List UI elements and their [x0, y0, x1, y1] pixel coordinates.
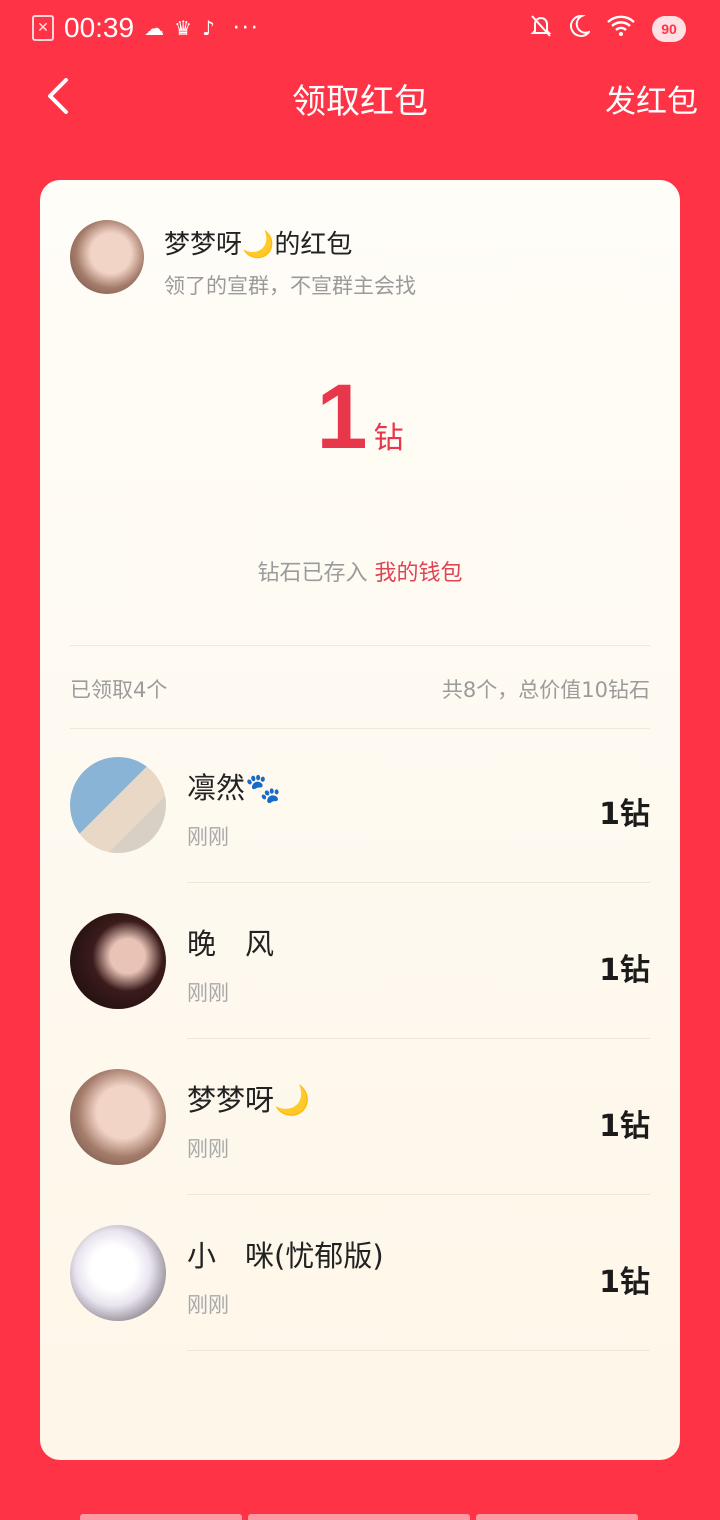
wallet-note: 钻石已存入 我的钱包 — [40, 555, 680, 587]
claimer-avatar[interactable] — [70, 757, 166, 853]
music-icon: ♪ — [202, 16, 215, 40]
battery-icon: 90 — [652, 16, 686, 42]
red-packet-card: 梦梦呀🌙的红包 领了的宣群，不宣群主会找 1钻 钻石已存入 我的钱包 已领取4个… — [40, 180, 680, 1460]
amount-value: 1 — [316, 366, 368, 468]
more-notifications: ··· — [232, 15, 260, 41]
amount-unit: 钻 — [373, 421, 404, 456]
claimer-name: 晚 风 — [187, 927, 275, 961]
bottom-tab-hint — [476, 1514, 638, 1520]
claimed-count: 已领取4个 — [70, 678, 168, 702]
total-value: 共8个，总价值10钻石 — [441, 678, 650, 702]
claim-value: 1钻 — [599, 1265, 650, 1300]
claim-value: 1钻 — [599, 1109, 650, 1144]
cloud-icon: ☁ — [144, 16, 165, 40]
claim-time: 刚刚 — [187, 825, 229, 849]
received-amount: 1钻 — [40, 365, 680, 470]
claim-time: 刚刚 — [187, 1137, 229, 1161]
claimer-name: 凛然🐾 — [187, 771, 282, 805]
claim-row[interactable]: 梦梦呀🌙 刚刚 1钻 — [70, 1039, 650, 1195]
claim-list: 凛然🐾 刚刚 1钻 晚 风 刚刚 1钻 梦梦呀🌙 刚刚 1钻 小 咪(忧郁版) … — [70, 727, 650, 1351]
crown-icon: ♛ — [174, 16, 193, 40]
claimer-avatar[interactable] — [70, 913, 166, 1009]
my-wallet-link[interactable]: 我的钱包 — [375, 561, 463, 586]
bell-off-icon — [530, 14, 552, 44]
claimer-name: 梦梦呀🌙 — [187, 1083, 311, 1117]
claim-row[interactable]: 晚 风 刚刚 1钻 — [70, 883, 650, 1039]
claimer-name: 小 咪(忧郁版) — [187, 1239, 384, 1273]
bottom-tab-hint — [248, 1514, 470, 1520]
navigation-bar: 领取红包 发红包 — [0, 58, 720, 134]
sender-message: 领了的宣群，不宣群主会找 — [164, 274, 416, 298]
claim-value: 1钻 — [599, 797, 650, 832]
bottom-tab-hint — [80, 1514, 242, 1520]
claim-row[interactable]: 凛然🐾 刚刚 1钻 — [70, 727, 650, 883]
status-time: 00:39 — [64, 12, 135, 43]
close-box-icon: ✕ — [32, 15, 54, 41]
claim-value: 1钻 — [599, 953, 650, 988]
claimer-avatar[interactable] — [70, 1225, 166, 1321]
moon-icon — [568, 14, 593, 44]
claim-time: 刚刚 — [187, 1293, 229, 1317]
claim-time: 刚刚 — [187, 981, 229, 1005]
sender-avatar[interactable] — [70, 220, 144, 294]
wallet-note-text: 钻石已存入 — [257, 561, 368, 586]
claimer-avatar[interactable] — [70, 1069, 166, 1165]
claim-row[interactable]: 小 咪(忧郁版) 刚刚 1钻 — [70, 1195, 650, 1351]
row-divider — [187, 1350, 650, 1351]
status-bar: ✕ 00:39 ☁ ♛ ♪ ··· 90 — [0, 0, 720, 58]
wifi-icon — [606, 14, 636, 44]
claim-summary: 已领取4个 共8个，总价值10钻石 — [70, 645, 650, 729]
send-red-packet-button[interactable]: 发红包 — [605, 76, 698, 121]
sender-name: 梦梦呀🌙的红包 — [164, 230, 353, 260]
